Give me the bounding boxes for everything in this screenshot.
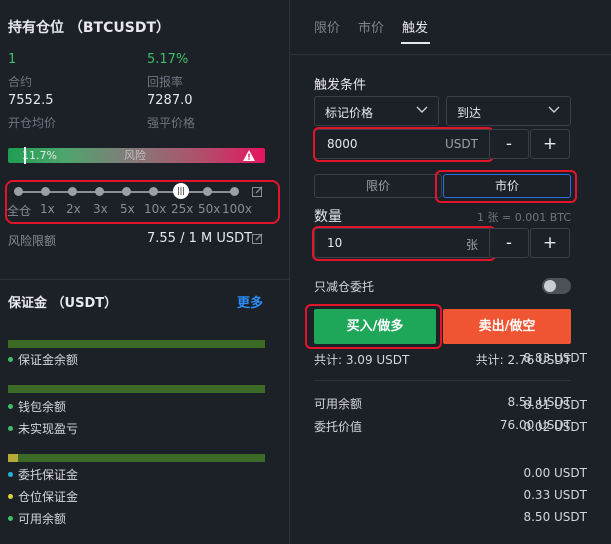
trigger-direction-value: 到达	[457, 106, 482, 120]
list-item: 仓位保证金	[8, 488, 78, 505]
trigger-condition-label: 触发条件	[314, 78, 367, 93]
roe-label: 回报率	[147, 75, 184, 89]
risk-label: 风险	[124, 149, 146, 162]
buy-total: 共计: 3.09 USDT	[314, 353, 410, 367]
buy-button-highlight	[305, 304, 442, 349]
chevron-down-icon	[548, 106, 560, 113]
list-item: 保证金余额	[8, 351, 78, 368]
trigger-direction-select[interactable]: 到达	[446, 96, 571, 126]
quantity-increase-button[interactable]: +	[530, 228, 570, 258]
leverage-stop-10x[interactable]	[149, 187, 158, 196]
contracts-value: 1	[8, 52, 17, 67]
available-balance-label: 可用余额	[314, 397, 363, 411]
margin-row-label: 钱包余额	[18, 400, 67, 414]
wallet-balance-bar	[8, 385, 265, 393]
order-divider	[314, 380, 571, 381]
trigger-price-decrease-button[interactable]: -	[489, 129, 529, 159]
status-dot	[8, 494, 13, 499]
reduce-only-label: 只减仓委托	[314, 280, 375, 294]
liq-price-value: 7287.0	[147, 93, 193, 108]
active-tab-indicator	[401, 42, 430, 44]
risk-limit-value: 7.55 / 1 M USDT	[147, 231, 253, 246]
sell-total: 共计: 2.76 USDT	[475, 353, 571, 367]
risk-limit-label: 风险限额	[8, 234, 57, 248]
leverage-label-2x[interactable]: 2x	[66, 202, 81, 216]
tab-trigger[interactable]: 触发	[402, 17, 428, 36]
margin-balance-bar	[8, 340, 265, 348]
edit-leverage-icon[interactable]	[252, 186, 263, 197]
quantity-label: 数量	[314, 209, 342, 225]
trigger-price-increase-button[interactable]: +	[530, 129, 570, 159]
contracts-label: 合约	[8, 75, 33, 89]
leverage-stop-cross[interactable]	[14, 187, 23, 196]
leverage-label-10x[interactable]: 10x	[144, 202, 166, 216]
trigger-type-select[interactable]: 标记价格	[314, 96, 439, 126]
quantity-decrease-button[interactable]: -	[489, 228, 529, 258]
risk-bar: 11.7% 风险	[8, 147, 265, 164]
sell-short-button[interactable]: 卖出/做空	[443, 309, 571, 344]
entry-price-label: 开仓均价	[8, 116, 57, 130]
entry-price-value: 7552.5	[8, 93, 54, 108]
leverage-stop-3x[interactable]	[95, 187, 104, 196]
margin-row-label: 可用余额	[18, 512, 67, 526]
position-margin-fill	[8, 454, 18, 462]
status-dot	[8, 404, 13, 409]
leverage-label-3x[interactable]: 3x	[93, 202, 108, 216]
status-dot	[8, 357, 13, 362]
quantity-highlight	[312, 226, 496, 261]
trigger-price-highlight	[313, 127, 494, 162]
exec-type-limit[interactable]: 限价	[314, 174, 442, 198]
leverage-label-50x[interactable]: 50x	[198, 202, 220, 216]
position-margin-bar	[8, 454, 265, 462]
list-item: 委托保证金	[8, 466, 78, 483]
leverage-label-1x[interactable]: 1x	[40, 202, 55, 216]
list-item: 钱包余额	[8, 398, 66, 415]
margin-row-label: 委托保证金	[18, 468, 79, 482]
tab-limit[interactable]: 限价	[314, 17, 340, 36]
status-dot	[8, 472, 13, 477]
leverage-stop-1x[interactable]	[41, 187, 50, 196]
leverage-stop-100x[interactable]	[230, 187, 239, 196]
margin-row-label: 仓位保证金	[18, 490, 79, 504]
chevron-down-icon	[416, 106, 428, 113]
margin-row-label: 未实现盈亏	[18, 422, 79, 436]
margin-title: 保证金 （USDT）	[8, 296, 118, 311]
margin-row-value: 0.33 USDT	[523, 488, 587, 502]
margin-row-label: 保证金余额	[18, 353, 79, 367]
exec-type-highlight	[435, 170, 577, 203]
leverage-stop-2x[interactable]	[68, 187, 77, 196]
available-balance-value: 8.51 USDT	[507, 395, 571, 409]
margin-row-value: 8.50 USDT	[523, 510, 587, 524]
leverage-slider-handle[interactable]	[173, 183, 189, 199]
liq-price-label: 强平价格	[147, 116, 196, 130]
section-divider	[0, 279, 289, 280]
leverage-stop-50x[interactable]	[203, 187, 212, 196]
warning-icon	[243, 150, 255, 161]
position-panel	[0, 0, 289, 544]
contract-size-hint: 1 张 = 0.001 BTC	[477, 211, 571, 224]
position-title: 持有仓位 （BTCUSDT）	[8, 20, 170, 36]
order-value-value: 76.00 USDT	[499, 418, 571, 432]
leverage-label-25x[interactable]: 25x	[171, 202, 193, 216]
order-value-label: 委托价值	[314, 420, 363, 434]
leverage-stop-5x[interactable]	[122, 187, 131, 196]
margin-row-value: 0.00 USDT	[523, 466, 587, 480]
list-item: 未实现盈亏	[8, 420, 78, 437]
risk-percent: 11.7%	[22, 149, 57, 162]
tabs-divider	[290, 54, 611, 55]
tab-market[interactable]: 市价	[358, 17, 384, 36]
status-dot	[8, 426, 13, 431]
edit-risk-limit-icon[interactable]	[252, 233, 263, 244]
list-item: 可用余额	[8, 510, 66, 527]
status-dot	[8, 516, 13, 521]
reduce-only-toggle[interactable]	[542, 278, 571, 294]
leverage-label-5x[interactable]: 5x	[120, 202, 135, 216]
roe-value: 5.17%	[147, 52, 189, 67]
leverage-label-100x[interactable]: 100x	[222, 202, 252, 216]
toggle-knob	[544, 280, 556, 292]
leverage-label-cross[interactable]: 全仓	[7, 202, 31, 219]
more-link[interactable]: 更多	[237, 292, 263, 311]
trigger-type-value: 标记价格	[325, 106, 374, 120]
